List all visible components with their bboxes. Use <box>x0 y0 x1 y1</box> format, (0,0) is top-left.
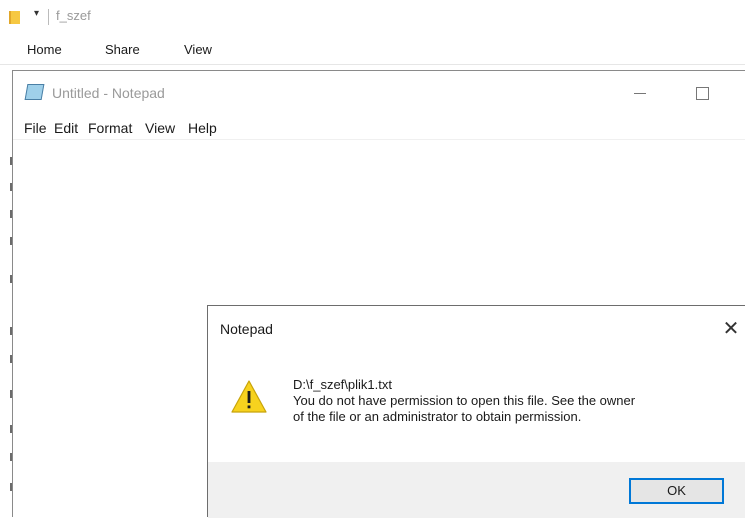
dialog-close-button[interactable]: ✕ <box>716 314 745 344</box>
dialog-message: You do not have permission to open this … <box>293 393 636 424</box>
quick-access-dropdown-icon[interactable]: ▾ <box>34 8 39 19</box>
minimize-icon <box>634 93 646 94</box>
maximize-icon <box>696 87 709 100</box>
tab-home[interactable]: Home <box>27 42 62 57</box>
menu-help[interactable]: Help <box>188 120 217 136</box>
explorer-titlebar: ▾ f_szef <box>0 0 745 34</box>
minimize-button[interactable] <box>625 81 655 105</box>
dialog-title: Notepad <box>220 321 273 337</box>
permission-error-dialog: Notepad ✕ D:\f_szef\plik1.txt You do not… <box>207 305 745 518</box>
menu-view[interactable]: View <box>145 120 175 136</box>
ribbon-tabs: Home Share View <box>0 34 745 65</box>
tab-share[interactable]: Share <box>105 42 140 57</box>
menu-format[interactable]: Format <box>88 120 132 136</box>
menu-file[interactable]: File <box>24 120 47 136</box>
menu-edit[interactable]: Edit <box>54 120 78 136</box>
notepad-app-icon <box>24 84 45 100</box>
notepad-titlebar[interactable]: Untitled - Notepad <box>13 71 745 115</box>
folder-icon <box>9 11 20 24</box>
close-icon: ✕ <box>722 318 740 340</box>
tab-view[interactable]: View <box>184 42 212 57</box>
ok-button[interactable]: OK <box>629 478 724 504</box>
explorer-navigation-pane-edge <box>0 65 12 517</box>
notepad-menubar: File Edit Format View Help <box>13 115 745 139</box>
dialog-body: D:\f_szef\plik1.txt You do not have perm… <box>208 350 745 462</box>
dialog-button-bar: OK <box>208 462 745 518</box>
notepad-window-title: Untitled - Notepad <box>52 85 165 101</box>
explorer-window-title: f_szef <box>56 8 91 23</box>
warning-icon <box>231 380 267 413</box>
title-separator <box>48 9 49 25</box>
dialog-file-path: D:\f_szef\plik1.txt <box>293 377 392 392</box>
maximize-button[interactable] <box>687 81 717 105</box>
